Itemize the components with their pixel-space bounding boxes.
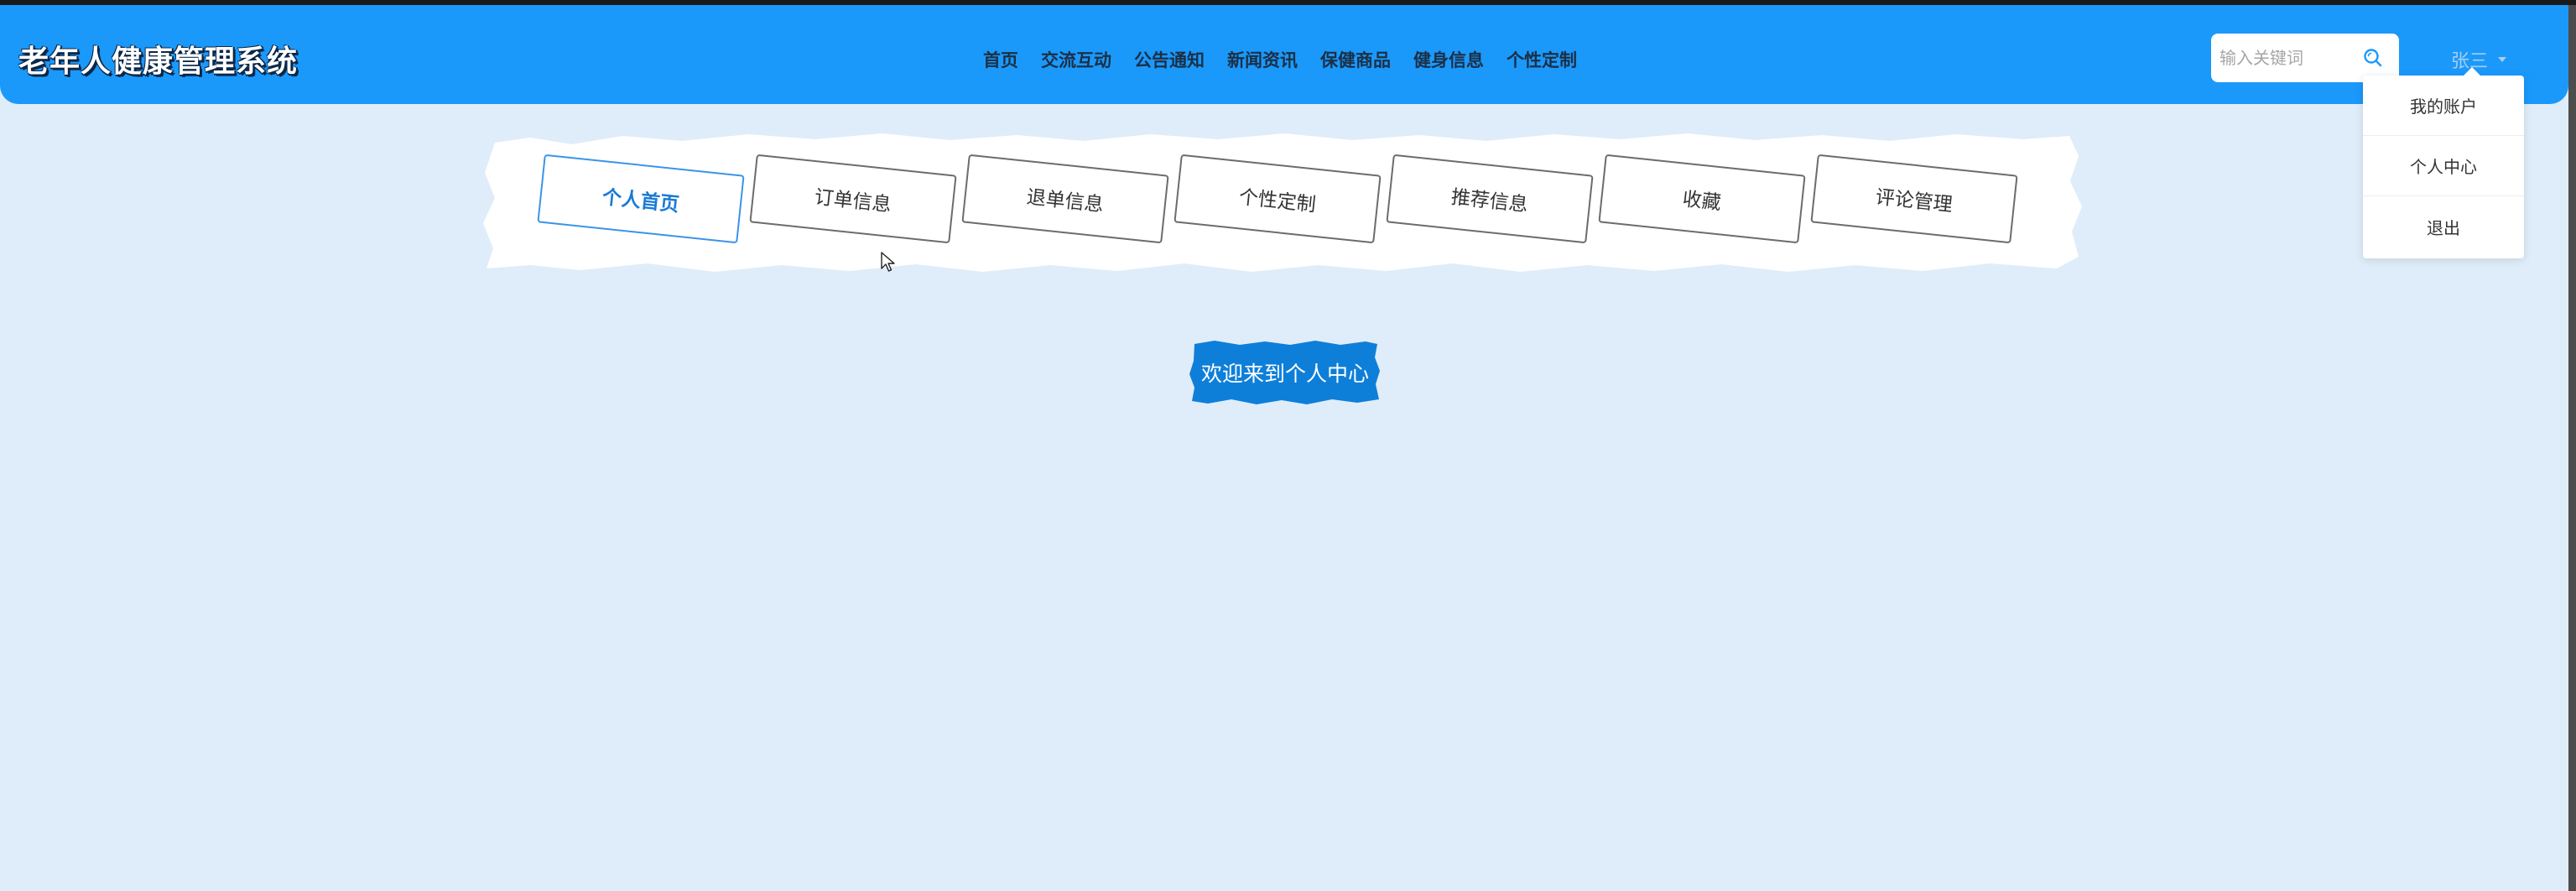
tab-strip: 个人首页 订单信息 退单信息 个性定制 推荐信息 收藏 评论管理 bbox=[480, 131, 2084, 275]
search-input[interactable] bbox=[2220, 44, 2354, 72]
nav-item-news[interactable]: 新闻资讯 bbox=[1227, 47, 1298, 72]
nav-item-fitness[interactable]: 健身信息 bbox=[1413, 47, 1484, 72]
mouse-cursor-icon bbox=[881, 252, 895, 272]
menu-item-my-account[interactable]: 我的账户 bbox=[2363, 76, 2524, 136]
nav-item-home[interactable]: 首页 bbox=[983, 47, 1018, 72]
welcome-banner: 欢迎来到个人中心 bbox=[1189, 341, 1381, 404]
main-nav: 首页 交流互动 公告通知 新闻资讯 保健商品 健身信息 个性定制 bbox=[983, 45, 1577, 74]
window-right-edge bbox=[2568, 5, 2576, 891]
nav-item-notices[interactable]: 公告通知 bbox=[1134, 47, 1205, 72]
site-logo[interactable]: 老年人健康管理系统 bbox=[18, 37, 298, 81]
menu-item-logout[interactable]: 退出 bbox=[2363, 196, 2524, 257]
welcome-message: 欢迎来到个人中心 bbox=[1200, 362, 1369, 386]
menu-item-personal-center[interactable]: 个人中心 bbox=[2363, 136, 2524, 196]
caret-down-icon bbox=[2498, 57, 2507, 62]
nav-item-forum[interactable]: 交流互动 bbox=[1041, 47, 1111, 72]
user-dropdown-menu: 我的账户 个人中心 退出 bbox=[2363, 67, 2524, 258]
nav-item-customize[interactable]: 个性定制 bbox=[1507, 47, 1577, 72]
nav-item-products[interactable]: 保健商品 bbox=[1320, 47, 1391, 72]
search-icon[interactable] bbox=[2362, 47, 2384, 69]
header-bar: 老年人健康管理系统 首页 交流互动 公告通知 新闻资讯 保健商品 健身信息 个性… bbox=[0, 5, 2568, 104]
